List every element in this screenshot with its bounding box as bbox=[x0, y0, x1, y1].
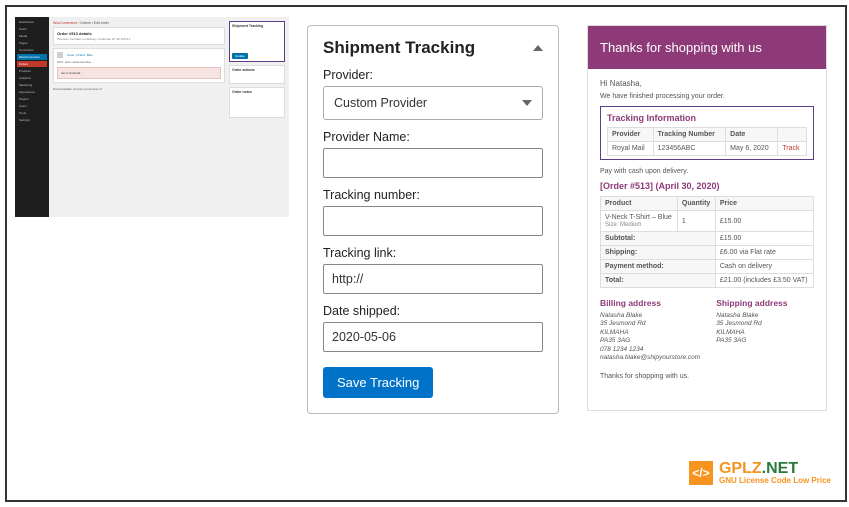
td-product: V-Neck T-Shirt – Blue Size: Medium bbox=[601, 211, 678, 232]
gplz-logo-icon: </> bbox=[689, 461, 713, 485]
order-title: Order #513 details bbox=[57, 31, 221, 36]
order-actions-panel: Order actions bbox=[229, 65, 285, 84]
provider-value: Custom Provider bbox=[334, 96, 427, 110]
order-email-preview: Thanks for shopping with us Hi Natasha, … bbox=[587, 25, 827, 411]
downloadable-perms: Downloadable product permissions ▾ bbox=[53, 87, 225, 91]
wp-menu-item: Appearance bbox=[17, 89, 47, 95]
order-details-box: Order #513 details Payment via Cash on d… bbox=[53, 27, 225, 45]
wp-menu-item: Analytics bbox=[17, 75, 47, 81]
provider-name-label: Provider Name: bbox=[323, 130, 543, 144]
th-product: Product bbox=[601, 197, 678, 211]
th-number: Tracking Number bbox=[653, 128, 726, 142]
tracking-info-title: Tracking Information bbox=[607, 113, 807, 123]
th-date: Date bbox=[726, 128, 778, 142]
product-swatch bbox=[57, 52, 63, 58]
order-table: Product Quantity Price V-Neck T-Shirt – … bbox=[600, 196, 814, 288]
td-price: £15.00 bbox=[715, 211, 813, 232]
provider-select[interactable]: Custom Provider bbox=[323, 86, 543, 120]
date-shipped-input[interactable]: 2020-05-06 bbox=[323, 322, 543, 352]
panel-title: Shipment Tracking bbox=[232, 24, 282, 28]
email-banner: Thanks for shopping with us bbox=[588, 26, 826, 69]
order-notes-panel: Order notes bbox=[229, 87, 285, 118]
tracking-number-label: Tracking number: bbox=[323, 188, 543, 202]
wp-menu-item: Users bbox=[17, 103, 47, 109]
order-totals: Items Subtotal: bbox=[57, 67, 221, 79]
chevron-down-icon bbox=[522, 100, 532, 106]
order-items: Crew, V-Neck, Blue SKU: woo-vneck-tee-bl… bbox=[53, 48, 225, 83]
product-name: Crew, V-Neck, Blue bbox=[67, 53, 93, 57]
cod-note: Pay with cash upon delivery. bbox=[600, 168, 814, 175]
td-date: May 6, 2020 bbox=[726, 142, 778, 156]
wp-menu-item: Products bbox=[17, 68, 47, 74]
breadcrumb: WooCommerce / Orders / Edit order bbox=[53, 21, 225, 25]
product-meta: SKU: woo-vneck-tee-blue bbox=[57, 60, 91, 64]
panel-title: Order notes bbox=[232, 90, 282, 94]
gplz-brand: GPLZ.NET bbox=[719, 460, 831, 478]
save-tracking-button[interactable]: Save Tracking bbox=[323, 367, 433, 398]
shipping-address: Shipping address Natasha Blake 35 Jesmon… bbox=[716, 298, 814, 363]
tracking-number-input[interactable] bbox=[323, 206, 543, 236]
wp-menu-item: Plugins bbox=[17, 96, 47, 102]
th-provider: Provider bbox=[608, 128, 654, 142]
row-payment: Payment method: bbox=[601, 260, 716, 274]
panel-button: Update bbox=[232, 53, 248, 59]
wp-main: WooCommerce / Orders / Edit order Order … bbox=[49, 17, 289, 217]
tracking-table: Provider Tracking Number Date Royal Mail… bbox=[607, 127, 807, 156]
wp-menu-item: Orders bbox=[17, 61, 47, 67]
wp-menu-item: Pages bbox=[17, 40, 47, 46]
th-qty: Quantity bbox=[677, 197, 715, 211]
wp-menu-item: Media bbox=[17, 33, 47, 39]
track-link[interactable]: Track bbox=[778, 142, 807, 156]
th-price: Price bbox=[715, 197, 813, 211]
td-number: 123456ABC bbox=[653, 142, 726, 156]
provider-name-input[interactable] bbox=[323, 148, 543, 178]
td-qty: 1 bbox=[677, 211, 715, 232]
gplz-watermark: </> GPLZ.NET GNU License Code Low Price bbox=[689, 460, 831, 486]
order-subtitle: Payment via Cash on delivery. Customer I… bbox=[57, 37, 221, 41]
wp-menu-item: Settings bbox=[17, 117, 47, 123]
email-notice: We have finished processing your order. bbox=[600, 93, 814, 100]
wp-menu-item: Posts bbox=[17, 26, 47, 32]
panel-title: Order actions bbox=[232, 68, 282, 72]
date-shipped-label: Date shipped: bbox=[323, 304, 543, 318]
td-provider: Royal Mail bbox=[608, 142, 654, 156]
shipment-tracking-panel: Shipment Tracking Update bbox=[229, 21, 285, 62]
order-title: [Order #513] (April 30, 2020) bbox=[600, 181, 814, 191]
card-title: Shipment Tracking bbox=[323, 38, 475, 58]
row-shipping: Shipping: bbox=[601, 246, 716, 260]
wp-menu-item: Marketing bbox=[17, 82, 47, 88]
wp-menu-item: Dashboard bbox=[17, 19, 47, 25]
tracking-link-label: Tracking link: bbox=[323, 246, 543, 260]
wp-menu-item: WooCommerce bbox=[17, 54, 47, 60]
tracking-link-input[interactable]: http:// bbox=[323, 264, 543, 294]
th-link bbox=[778, 128, 807, 142]
provider-label: Provider: bbox=[323, 68, 543, 82]
email-greeting: Hi Natasha, bbox=[600, 79, 814, 88]
wp-sidebar: Dashboard Posts Media Pages Comments Woo… bbox=[15, 17, 49, 217]
shipment-tracking-card: Shipment Tracking Provider: Custom Provi… bbox=[307, 25, 559, 414]
collapse-icon[interactable] bbox=[533, 45, 543, 51]
row-subtotal: Subtotal: bbox=[601, 232, 716, 246]
wp-admin-screenshot: Dashboard Posts Media Pages Comments Woo… bbox=[15, 17, 289, 217]
billing-address: Billing address Natasha Blake 35 Jesmond… bbox=[600, 298, 700, 363]
wp-menu-item: Comments bbox=[17, 47, 47, 53]
row-total: Total: bbox=[601, 274, 716, 288]
wp-menu-item: Tools bbox=[17, 110, 47, 116]
email-thanks: Thanks for shopping with us. bbox=[600, 373, 814, 380]
gplz-tagline: GNU License Code Low Price bbox=[719, 477, 831, 486]
tracking-info-box: Tracking Information Provider Tracking N… bbox=[600, 106, 814, 160]
